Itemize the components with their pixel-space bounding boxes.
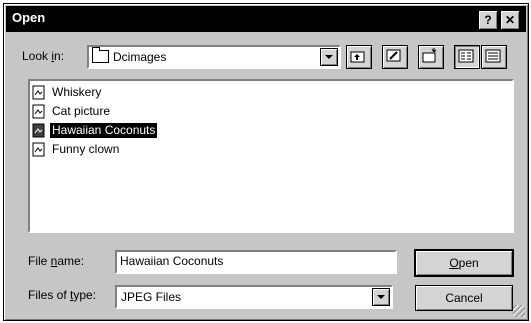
details-view-button[interactable] bbox=[481, 45, 507, 69]
image-file-icon bbox=[32, 85, 45, 100]
resize-grip[interactable] bbox=[513, 305, 525, 317]
list-view-button[interactable] bbox=[454, 45, 480, 69]
folder-icon bbox=[92, 47, 109, 63]
desktop-icon bbox=[386, 49, 401, 62]
chevron-down-icon[interactable] bbox=[372, 288, 390, 306]
file-name-label: File name: bbox=[28, 254, 84, 268]
file-name-label-pre: File bbox=[28, 254, 51, 268]
file-name: Whiskery bbox=[52, 85, 102, 99]
file-list[interactable]: Whiskery Cat picture Hawaiian Coconuts F… bbox=[28, 79, 514, 233]
open-button[interactable]: Open bbox=[415, 250, 513, 276]
title-bar[interactable]: Open ? ✕ bbox=[6, 6, 526, 32]
image-file-icon bbox=[32, 104, 45, 119]
file-type-dropdown[interactable]: JPEG Files bbox=[115, 285, 393, 309]
up-one-level-icon bbox=[350, 51, 365, 63]
file-type-label-post: ype: bbox=[73, 288, 97, 302]
look-in-label: Look in: bbox=[22, 49, 64, 63]
look-in-label-post: n: bbox=[54, 49, 65, 63]
cancel-button[interactable]: Cancel bbox=[415, 285, 513, 311]
file-name-label-post: ame: bbox=[57, 254, 85, 268]
close-button[interactable]: ✕ bbox=[500, 10, 520, 30]
up-one-level-button[interactable] bbox=[346, 45, 372, 69]
open-dialog: Open ? ✕ Look in: Dcimages Whiskery Cat … bbox=[3, 3, 529, 321]
file-name-input[interactable] bbox=[120, 254, 380, 268]
new-folder-icon bbox=[422, 48, 437, 63]
file-name: Funny clown bbox=[52, 142, 120, 156]
new-folder-button[interactable] bbox=[418, 45, 444, 69]
open-button-key: O bbox=[449, 256, 459, 270]
file-name: Hawaiian Coconuts bbox=[48, 122, 159, 139]
look-in-dropdown[interactable]: Dcimages bbox=[87, 45, 341, 69]
list-view-icon bbox=[458, 49, 474, 63]
file-type-label: Files of type: bbox=[28, 288, 96, 302]
help-button[interactable]: ? bbox=[478, 10, 498, 30]
file-type-value: JPEG Files bbox=[121, 290, 182, 304]
look-in-label-pre: Look bbox=[22, 49, 52, 63]
file-name: Cat picture bbox=[52, 104, 111, 118]
image-file-icon bbox=[32, 142, 45, 157]
desktop-button[interactable] bbox=[382, 45, 408, 69]
file-name-field[interactable] bbox=[115, 250, 397, 274]
image-file-icon bbox=[32, 123, 45, 138]
file-type-label-pre: Files of bbox=[28, 288, 71, 302]
details-view-icon bbox=[485, 49, 501, 63]
open-button-label: pen bbox=[458, 256, 479, 270]
window-title: Open bbox=[12, 10, 46, 25]
look-in-value: Dcimages bbox=[113, 50, 167, 64]
chevron-down-icon[interactable] bbox=[320, 48, 338, 66]
